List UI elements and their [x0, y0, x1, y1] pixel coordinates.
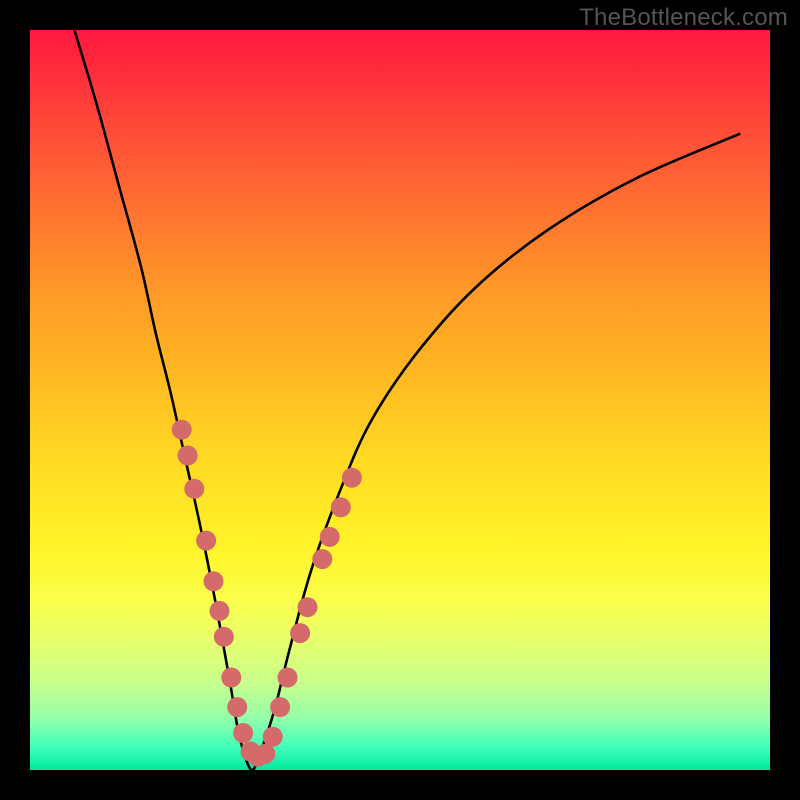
plot-area — [30, 30, 770, 770]
watermark: TheBottleneck.com — [579, 4, 788, 32]
data-marker — [209, 601, 229, 621]
data-marker — [172, 420, 192, 440]
markers-layer — [172, 420, 362, 767]
data-marker — [298, 597, 318, 617]
data-marker — [278, 668, 298, 688]
data-marker — [214, 627, 234, 647]
data-marker — [290, 623, 310, 643]
chart-frame: TheBottleneck.com — [0, 0, 800, 800]
data-marker — [255, 744, 275, 764]
data-marker — [184, 479, 204, 499]
data-marker — [233, 723, 253, 743]
data-marker — [331, 497, 351, 517]
bottleneck-curve — [74, 30, 740, 770]
data-marker — [270, 697, 290, 717]
curve-layer — [74, 30, 740, 770]
data-marker — [342, 468, 362, 488]
data-marker — [227, 697, 247, 717]
data-marker — [263, 727, 283, 747]
data-marker — [221, 668, 241, 688]
data-marker — [320, 527, 340, 547]
data-marker — [204, 571, 224, 591]
data-marker — [196, 531, 216, 551]
data-marker — [312, 549, 332, 569]
chart-svg — [30, 30, 770, 770]
data-marker — [178, 446, 198, 466]
